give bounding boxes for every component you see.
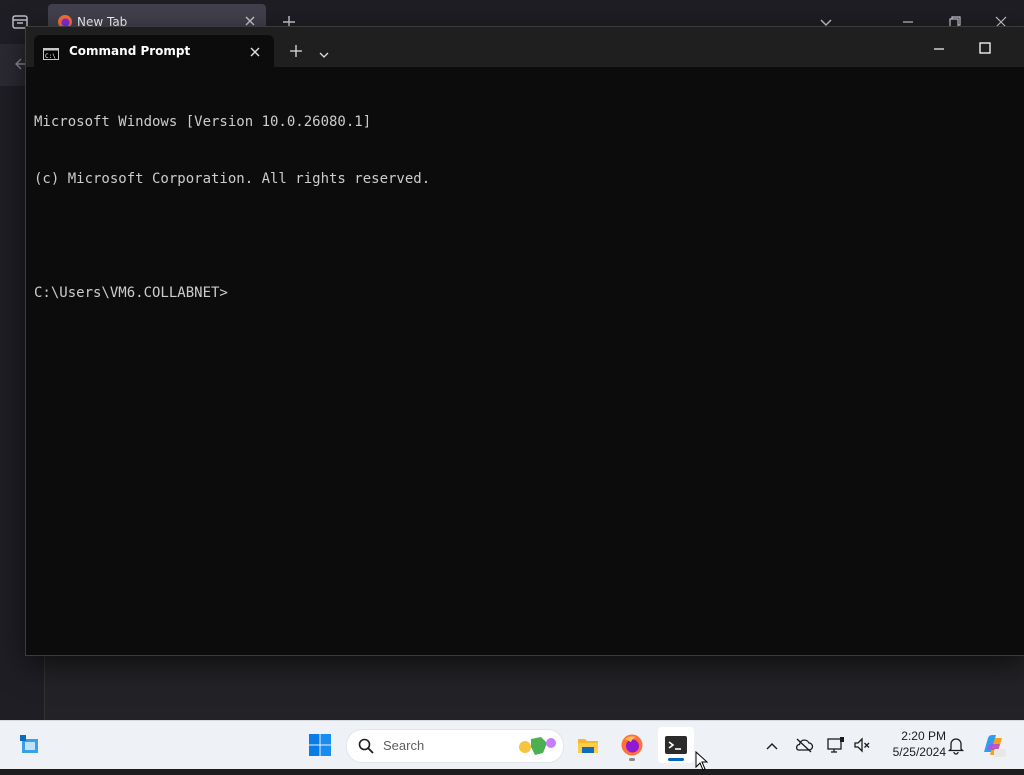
terminal-line: (c) Microsoft Corporation. All rights re… (34, 171, 431, 187)
command-prompt-icon: C:\ (43, 45, 59, 60)
volume-muted-icon[interactable] (852, 735, 872, 755)
network-display-icon[interactable] (826, 735, 846, 755)
terminal-output[interactable]: Microsoft Windows [Version 10.0.26080.1]… (34, 75, 1017, 647)
terminal-icon (665, 736, 687, 754)
taskbar: Search 2:20 PM 5/25/2024 (0, 720, 1024, 769)
running-indicator (629, 758, 635, 761)
taskbar-firefox[interactable] (614, 727, 650, 763)
system-clock[interactable]: 2:20 PM 5/25/2024 (870, 728, 946, 760)
taskbar-terminal[interactable] (658, 727, 694, 763)
search-icon (358, 738, 374, 754)
notification-bell-icon[interactable] (946, 735, 966, 755)
svg-text:C:\: C:\ (45, 53, 56, 60)
onedrive-offline-icon[interactable] (794, 735, 814, 755)
file-explorer-icon (578, 739, 598, 753)
terminal-prompt: C:\Users\VM6.COLLABNET> (34, 285, 228, 301)
mouse-cursor-icon (695, 750, 709, 771)
show-hidden-icons-chevron-icon[interactable] (764, 738, 780, 752)
copilot-icon[interactable] (980, 732, 1006, 758)
terminal-tab-command-prompt[interactable]: C:\ Command Prompt (34, 35, 274, 67)
new-tab-plus-icon[interactable] (289, 43, 303, 57)
search-box[interactable]: Search (346, 729, 564, 763)
terminal-window: C:\ Command Prompt Microsoft Windows [Ve… (25, 26, 1024, 656)
widgets-icon[interactable] (18, 733, 44, 757)
terminal-title-bar[interactable]: C:\ Command Prompt (26, 27, 1024, 67)
start-windows-icon[interactable] (308, 733, 332, 757)
clock-date: 5/25/2024 (892, 745, 946, 759)
active-indicator (668, 758, 684, 761)
search-placeholder: Search (383, 738, 425, 753)
terminal-line: Microsoft Windows [Version 10.0.26080.1] (34, 114, 372, 130)
close-tab-icon[interactable] (248, 44, 262, 58)
clock-time: 2:20 PM (901, 729, 946, 743)
search-highlight-icon (517, 733, 559, 759)
taskbar-file-explorer[interactable] (570, 727, 606, 763)
profile-dropdown-chevron-icon[interactable] (318, 45, 330, 58)
firefox-icon (621, 734, 643, 756)
terminal-maximize-icon[interactable] (976, 39, 994, 57)
terminal-minimize-icon[interactable] (930, 41, 948, 55)
terminal-tab-title: Command Prompt (69, 44, 191, 58)
